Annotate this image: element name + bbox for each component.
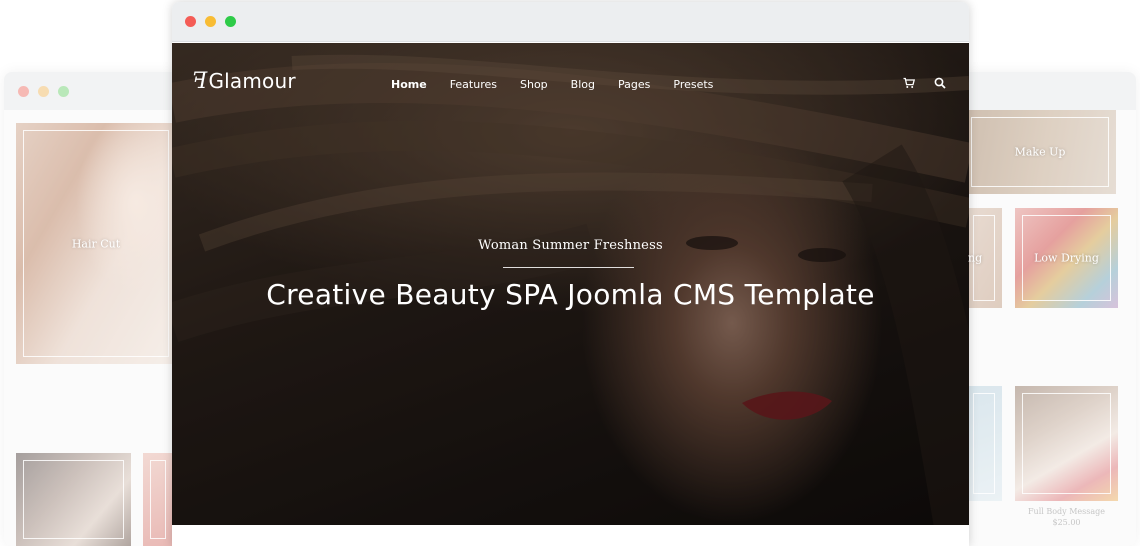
background-maximize-dot bbox=[58, 86, 69, 97]
hair-cut-tile[interactable]: Hair Cut bbox=[16, 123, 176, 364]
makeup-eyes-thumbnail[interactable] bbox=[16, 453, 131, 546]
nav-item-features[interactable]: Features bbox=[450, 78, 497, 91]
cart-icon[interactable] bbox=[903, 76, 916, 94]
hero-divider bbox=[503, 267, 634, 268]
site-logo[interactable]: ꟻGlamour bbox=[192, 69, 296, 94]
styling-tile[interactable]: ng bbox=[966, 208, 1002, 308]
maximize-window-dot[interactable] bbox=[225, 16, 236, 27]
logo-text: Glamour bbox=[208, 69, 296, 93]
logo-butterfly-icon: ꟻ bbox=[192, 69, 208, 94]
nav-item-presets[interactable]: Presets bbox=[673, 78, 713, 91]
main-navigation: Home Features Shop Blog Pages Presets bbox=[391, 78, 713, 91]
background-close-dot bbox=[18, 86, 29, 97]
hero-banner: ꟻGlamour Home Features Shop Blog Pages P… bbox=[172, 43, 969, 525]
full-body-message-price: $25.00 bbox=[1052, 518, 1081, 527]
foreground-browser-window: ꟻGlamour Home Features Shop Blog Pages P… bbox=[172, 2, 969, 546]
minimize-window-dot[interactable] bbox=[205, 16, 216, 27]
hero-title: Creative Beauty SPA Joomla CMS Template bbox=[266, 278, 875, 311]
background-minimize-dot bbox=[38, 86, 49, 97]
spa-partial-thumbnail[interactable] bbox=[966, 386, 1002, 501]
nav-item-home[interactable]: Home bbox=[391, 78, 427, 91]
search-icon[interactable] bbox=[934, 76, 946, 94]
manicure-thumbnail[interactable] bbox=[143, 453, 173, 546]
make-up-tile[interactable]: Make Up bbox=[964, 110, 1116, 194]
full-body-message-title: Full Body Message bbox=[1027, 507, 1105, 516]
content-section-edge bbox=[172, 525, 969, 546]
styling-label: ng bbox=[968, 251, 983, 265]
low-drying-tile[interactable]: Low Drying bbox=[1015, 208, 1118, 308]
nav-item-pages[interactable]: Pages bbox=[618, 78, 650, 91]
low-drying-label: Low Drying bbox=[1034, 251, 1099, 265]
hair-cut-label: Hair Cut bbox=[71, 237, 121, 250]
window-titlebar bbox=[172, 2, 969, 42]
make-up-label: Make Up bbox=[1014, 145, 1066, 159]
nav-item-shop[interactable]: Shop bbox=[520, 78, 548, 91]
nav-item-blog[interactable]: Blog bbox=[571, 78, 595, 91]
close-window-dot[interactable] bbox=[185, 16, 196, 27]
hero-subtitle: Woman Summer Freshness bbox=[478, 238, 663, 253]
full-body-message-thumbnail[interactable] bbox=[1015, 386, 1118, 501]
